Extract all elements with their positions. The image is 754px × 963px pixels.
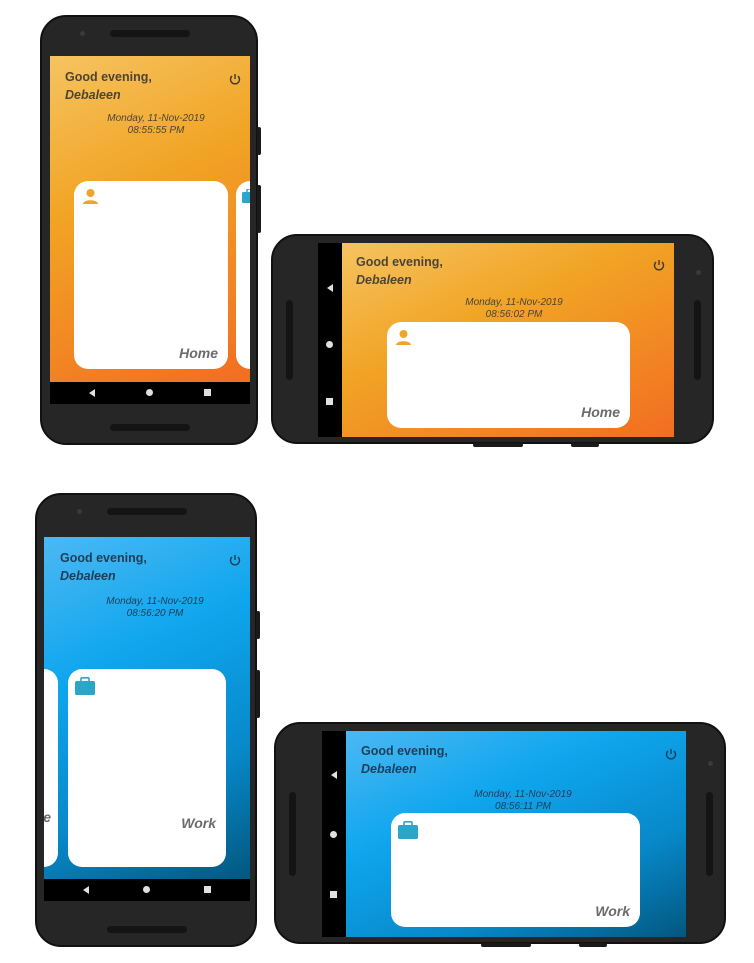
- top-speaker: [110, 30, 190, 37]
- volume-side-button: [257, 185, 261, 233]
- top-speaker: [107, 508, 187, 515]
- work-card[interactable]: Work: [391, 813, 640, 927]
- recents-button[interactable]: [204, 886, 211, 893]
- volume-side-button: [473, 443, 523, 447]
- datetime: Monday, 11-Nov-2019 08:55:55 PM: [100, 113, 212, 137]
- bottom-speaker: [107, 926, 187, 933]
- datetime: Monday, 11-Nov-2019 08:56:11 PM: [467, 789, 579, 813]
- greeting-text: Good evening,: [60, 551, 147, 565]
- briefcase-icon: [75, 677, 95, 695]
- user-name: Debaleen: [65, 88, 121, 102]
- user-name: Debaleen: [60, 569, 116, 583]
- power-side-button: [579, 943, 607, 947]
- left-speaker: [286, 300, 293, 380]
- greeting-text: Good evening,: [361, 744, 448, 758]
- front-camera: [708, 761, 713, 766]
- home-button[interactable]: [326, 341, 333, 348]
- greeting: Good evening, Debaleen: [65, 68, 152, 104]
- greeting: Good evening, Debaleen: [361, 742, 448, 778]
- briefcase-icon: [398, 821, 418, 839]
- date-text: Monday, 11-Nov-2019: [474, 789, 572, 800]
- recents-button[interactable]: [330, 891, 337, 898]
- right-speaker: [706, 792, 713, 876]
- home-button[interactable]: [146, 389, 153, 396]
- time-text: 08:56:02 PM: [485, 309, 543, 320]
- prev-card-peek[interactable]: e: [44, 669, 58, 867]
- time-text: 08:56:20 PM: [126, 608, 184, 619]
- home-button[interactable]: [330, 831, 337, 838]
- home-button[interactable]: [143, 886, 150, 893]
- card-label: Work: [595, 903, 630, 919]
- date-text: Monday, 11-Nov-2019: [106, 596, 204, 607]
- greeting-text: Good evening,: [356, 255, 443, 269]
- left-speaker: [289, 792, 296, 876]
- power-side-button: [256, 611, 260, 639]
- power-icon[interactable]: [228, 72, 242, 86]
- date-text: Monday, 11-Nov-2019: [465, 297, 563, 308]
- recents-button[interactable]: [204, 389, 211, 396]
- time-text: 08:56:11 PM: [495, 801, 551, 812]
- work-card[interactable]: Work: [68, 669, 226, 867]
- nav-bar: [318, 243, 342, 437]
- phone-work-landscape: Good evening, Debaleen Monday, 11-Nov-20…: [274, 722, 726, 947]
- time-text: 08:55:55 PM: [127, 125, 185, 136]
- bottom-speaker: [110, 424, 190, 431]
- greeting: Good evening, Debaleen: [60, 549, 147, 585]
- person-icon: [396, 330, 411, 345]
- power-icon[interactable]: [664, 747, 678, 761]
- card-label: Work: [181, 815, 216, 831]
- back-button[interactable]: [331, 771, 337, 779]
- front-camera: [80, 31, 85, 36]
- person-icon: [83, 189, 98, 204]
- recents-button[interactable]: [326, 398, 333, 405]
- phone-home-portrait: Good evening, Debaleen Monday, 11-Nov-20…: [40, 15, 261, 445]
- power-icon[interactable]: [228, 553, 242, 567]
- volume-side-button: [256, 670, 260, 718]
- power-side-button: [571, 443, 599, 447]
- app-screen: Good evening, Debaleen Monday, 11-Nov-20…: [50, 56, 250, 382]
- partial-card-label: e: [44, 809, 51, 825]
- power-icon[interactable]: [652, 258, 666, 272]
- back-button[interactable]: [327, 284, 333, 292]
- nav-bar: [44, 879, 250, 901]
- datetime: Monday, 11-Nov-2019 08:56:20 PM: [99, 596, 211, 620]
- datetime: Monday, 11-Nov-2019 08:56:02 PM: [458, 297, 570, 321]
- home-card[interactable]: Home: [387, 322, 630, 428]
- phone-work-portrait: Good evening, Debaleen Monday, 11-Nov-20…: [35, 493, 260, 947]
- app-screen: Good evening, Debaleen Monday, 11-Nov-20…: [342, 243, 674, 437]
- card-label: Home: [179, 345, 218, 361]
- phone-home-landscape: Good evening, Debaleen Monday, 11-Nov-20…: [271, 234, 714, 447]
- greeting-text: Good evening,: [65, 70, 152, 84]
- back-button[interactable]: [83, 886, 89, 894]
- date-text: Monday, 11-Nov-2019: [107, 113, 205, 124]
- greeting: Good evening, Debaleen: [356, 253, 443, 289]
- briefcase-icon: [242, 189, 250, 203]
- volume-side-button: [481, 943, 531, 947]
- right-speaker: [694, 300, 701, 380]
- app-screen: Good evening, Debaleen Monday, 11-Nov-20…: [346, 731, 686, 937]
- user-name: Debaleen: [356, 273, 412, 287]
- front-camera: [77, 509, 82, 514]
- user-name: Debaleen: [361, 762, 417, 776]
- front-camera: [696, 270, 701, 275]
- back-button[interactable]: [89, 389, 95, 397]
- card-label: Home: [581, 404, 620, 420]
- app-screen: Good evening, Debaleen Monday, 11-Nov-20…: [44, 537, 250, 879]
- power-side-button: [257, 127, 261, 155]
- nav-bar: [322, 731, 346, 937]
- next-card-peek[interactable]: [236, 181, 250, 369]
- nav-bar: [50, 382, 250, 404]
- home-card[interactable]: Home: [74, 181, 228, 369]
